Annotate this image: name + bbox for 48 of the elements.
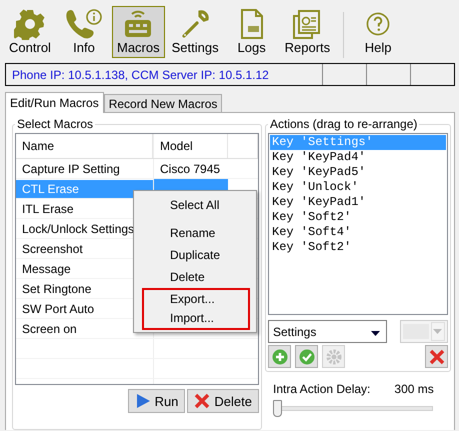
remove-button[interactable] xyxy=(425,345,448,368)
menu-item[interactable]: Import... xyxy=(144,309,248,328)
delay-label: Intra Action Delay: xyxy=(273,382,370,396)
play-icon xyxy=(134,393,151,409)
slider-thumb[interactable] xyxy=(273,400,282,417)
toolbar-button[interactable]: Control xyxy=(4,6,56,58)
list-item[interactable]: Key 'KeyPad1' xyxy=(270,195,446,210)
plus-icon xyxy=(272,348,288,364)
close-icon xyxy=(428,348,444,364)
action-dropdown[interactable]: Settings xyxy=(268,320,387,343)
check-icon xyxy=(298,348,314,364)
help-icon xyxy=(365,10,392,36)
list-item[interactable]: Key 'KeyPad5' xyxy=(270,165,446,180)
value-dropdown[interactable] xyxy=(400,320,448,343)
toolbar-button[interactable]: Macros xyxy=(112,6,165,58)
list-item[interactable]: Key 'Soft2' xyxy=(270,210,446,225)
group-title: Select Macros xyxy=(16,117,94,131)
menu-item[interactable]: Rename xyxy=(134,222,256,244)
caret-icon xyxy=(433,329,442,334)
caret-icon xyxy=(371,330,380,336)
delete-button[interactable]: Delete xyxy=(187,389,259,413)
list-item[interactable]: Key 'Unlock' xyxy=(270,180,446,195)
toolbar-button[interactable]: Reports xyxy=(280,6,336,58)
gear-icon xyxy=(14,8,46,40)
delay-slider[interactable] xyxy=(273,400,433,420)
column-header[interactable]: Name xyxy=(16,134,153,158)
toolbar-button[interactable]: Info xyxy=(58,6,110,58)
group-title: Actions (drag to re-arrange) xyxy=(269,117,418,131)
list-item[interactable]: Key 'Soft2' xyxy=(270,240,446,255)
toolbar-button[interactable]: Logs xyxy=(226,6,278,58)
column-header[interactable]: Model xyxy=(153,134,228,158)
delay-reading: 300 ms xyxy=(394,382,434,396)
tab[interactable]: Record New Macros xyxy=(104,94,222,112)
menu-item[interactable]: Export... xyxy=(144,290,248,309)
add-button[interactable] xyxy=(268,345,291,368)
menu-item[interactable]: Duplicate xyxy=(134,244,256,266)
tab[interactable]: Edit/Run Macros xyxy=(5,92,104,113)
close-icon xyxy=(194,393,210,409)
status-text: Phone IP: 10.5.1.138, CCM Server IP: 10.5.1.12 xyxy=(11,67,270,84)
gear-icon xyxy=(326,348,342,364)
list-item[interactable]: Key 'KeyPad4' xyxy=(270,150,446,165)
menu-item[interactable]: Delete xyxy=(134,266,256,288)
phone-info-icon xyxy=(64,8,104,40)
list-item[interactable]: Key 'Soft4' xyxy=(270,225,446,240)
toolbar-button[interactable]: Settings xyxy=(166,6,224,58)
apply-button[interactable] xyxy=(295,345,318,368)
run-button[interactable]: Run xyxy=(128,389,186,413)
toolbar-button[interactable]: Help xyxy=(352,6,404,58)
